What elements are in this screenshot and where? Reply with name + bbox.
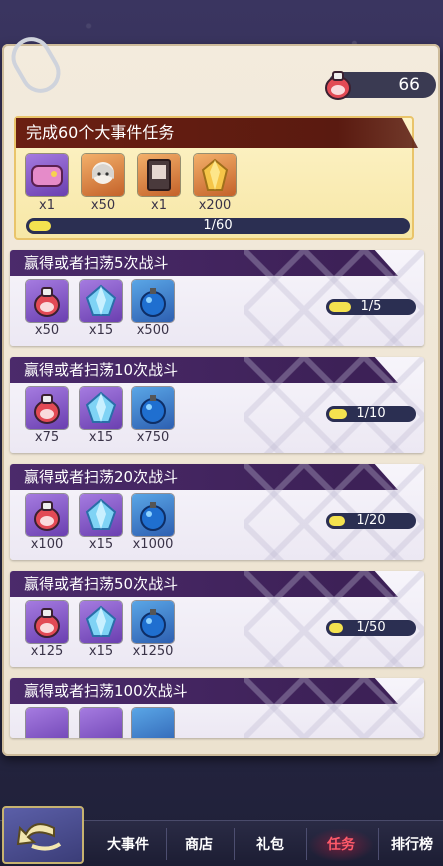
reward-qty: x200 — [198, 198, 232, 213]
tab-gift-pack[interactable]: 礼包 — [240, 832, 300, 858]
blue-crystal-icon[interactable] — [80, 708, 122, 738]
task-title: 赢得或者扫荡100次战斗 — [10, 678, 398, 704]
task-progress-bar: 1/20 — [326, 513, 416, 529]
progress-text: 1/60 — [203, 218, 233, 233]
main-task-card: 完成60个大事件任务 x1 x50 x1 x200 1/60 — [14, 116, 418, 240]
tab-leaderboard[interactable]: 排行榜 — [382, 832, 442, 858]
task-title: 赢得或者扫荡5次战斗 — [10, 250, 398, 276]
nav-divider — [166, 828, 167, 860]
task-card: 赢得或者扫荡20次战斗 x100 x15 x1000 1/20 — [10, 464, 424, 560]
blue-bomb-icon[interactable] — [132, 387, 174, 429]
blue-bomb-icon[interactable] — [132, 601, 174, 643]
reward-qty: x15 — [88, 430, 114, 445]
reward-qty: x100 — [30, 537, 64, 552]
potion-currency-icon — [322, 66, 354, 102]
reward-qty: x50 — [90, 198, 116, 213]
reward-qty: x15 — [88, 537, 114, 552]
back-button[interactable] — [2, 806, 84, 864]
reward-qty: x1 — [151, 198, 167, 213]
nav-divider — [234, 828, 235, 860]
task-card: 赢得或者扫荡10次战斗 x75 x15 x750 1/10 — [10, 357, 424, 453]
nav-divider — [306, 828, 307, 860]
potion-jar-icon[interactable] — [26, 601, 68, 643]
reward-qty: x50 — [34, 323, 60, 338]
task-title: 赢得或者扫荡10次战斗 — [10, 357, 398, 383]
progress-text: 1/50 — [356, 620, 386, 635]
tab-big-event[interactable]: 大事件 — [98, 832, 158, 858]
reward-qty: x75 — [34, 430, 60, 445]
potion-jar-icon[interactable] — [26, 708, 68, 738]
task-progress-bar: 1/5 — [326, 299, 416, 315]
reward-qty: x15 — [88, 644, 114, 659]
progress-text: 1/10 — [356, 406, 386, 421]
reward-qty: x125 — [30, 644, 64, 659]
reward-qty: x15 — [88, 323, 114, 338]
progress-fill — [329, 623, 343, 633]
reward-qty: x1000 — [132, 537, 174, 552]
nav-divider — [378, 828, 379, 860]
task-progress-bar: 1/10 — [326, 406, 416, 422]
reward-qty: x1 — [39, 198, 55, 213]
task-card: 赢得或者扫荡5次战斗 x50 x15 x500 1/5 — [10, 250, 424, 346]
potion-jar-icon[interactable] — [26, 387, 68, 429]
reward-qty: x750 — [136, 430, 170, 445]
progress-fill — [329, 302, 351, 312]
blue-crystal-icon[interactable] — [80, 280, 122, 322]
progress-fill — [29, 221, 51, 231]
task-card: 赢得或者扫荡100次战斗 — [10, 678, 424, 738]
potion-jar-icon[interactable] — [26, 280, 68, 322]
blue-bomb-icon[interactable] — [132, 280, 174, 322]
purple-bag-icon[interactable] — [26, 154, 68, 196]
task-card: 赢得或者扫荡50次战斗 x125 x15 x1250 1/50 — [10, 571, 424, 667]
gold-crystal-icon[interactable] — [194, 154, 236, 196]
progress-text: 1/20 — [356, 513, 386, 528]
task-progress-bar: 1/50 — [326, 620, 416, 636]
main-progress-bar: 1/60 — [26, 218, 410, 234]
progress-text: 1/5 — [360, 299, 382, 314]
progress-fill — [329, 516, 345, 526]
main-task-title: 完成60个大事件任务 — [16, 118, 418, 148]
card-pack-icon[interactable] — [138, 154, 180, 196]
task-title: 赢得或者扫荡50次战斗 — [10, 571, 398, 597]
potion-jar-icon[interactable] — [26, 494, 68, 536]
blue-crystal-icon[interactable] — [80, 494, 122, 536]
reward-qty: x1250 — [132, 644, 174, 659]
progress-fill — [329, 409, 347, 419]
blue-crystal-icon[interactable] — [80, 601, 122, 643]
blue-bomb-icon[interactable] — [132, 708, 174, 738]
character-portrait-icon[interactable] — [82, 154, 124, 196]
reward-qty: x500 — [136, 323, 170, 338]
blue-crystal-icon[interactable] — [80, 387, 122, 429]
currency-value: 66 — [398, 75, 420, 95]
back-arrow-icon — [16, 823, 62, 851]
blue-bomb-icon[interactable] — [132, 494, 174, 536]
task-title: 赢得或者扫荡20次战斗 — [10, 464, 398, 490]
tab-shop[interactable]: 商店 — [172, 832, 226, 858]
tab-task[interactable]: 任务 — [312, 832, 370, 858]
